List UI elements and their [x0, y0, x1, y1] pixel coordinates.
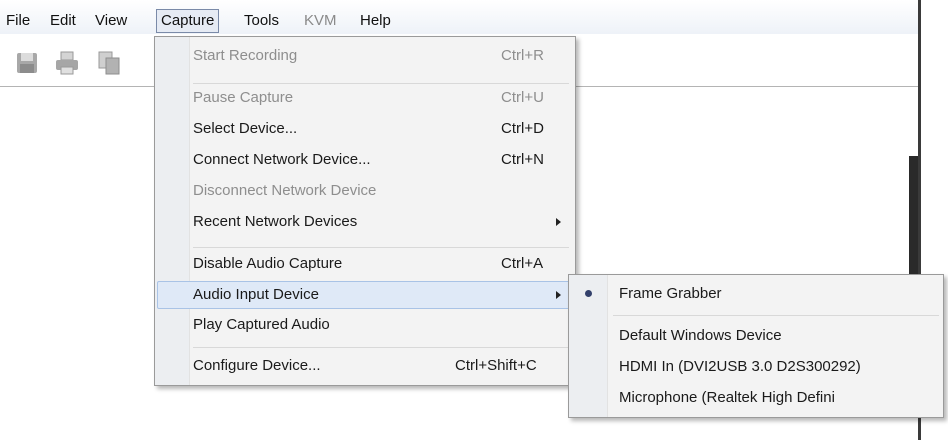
menu-edit[interactable]: Edit [48, 10, 78, 32]
menu-separator [193, 247, 569, 248]
copy-icon[interactable] [96, 50, 122, 76]
menu-item-label: Recent Network Devices [193, 213, 358, 230]
radio-selected-icon [585, 290, 592, 297]
menu-bar: File Edit View Capture Tools KVM Help [0, 0, 918, 34]
menu-item-label: Audio Input Device [193, 286, 319, 303]
menu-item-shortcut: Ctrl+Shift+C [455, 357, 537, 374]
menu-capture[interactable]: Capture [156, 9, 220, 33]
submenu-arrow-icon [556, 218, 561, 226]
submenu-arrow-icon [556, 291, 561, 299]
menu-separator [193, 347, 569, 348]
menu-item-label: Frame Grabber [619, 285, 722, 302]
submenu-item-frame-grabber[interactable]: Frame Grabber [613, 281, 933, 307]
menu-item-configure-device[interactable]: Configure Device... Ctrl+Shift+C [193, 353, 563, 379]
menu-item-label: Microphone (Realtek High Defini [619, 389, 835, 406]
menu-help[interactable]: Help [358, 10, 393, 32]
audio-input-submenu: Frame Grabber Default Windows Device HDM… [568, 274, 944, 418]
menu-item-label: Default Windows Device [619, 327, 782, 344]
menu-item-label: Disable Audio Capture [193, 255, 343, 272]
menu-gutter [155, 37, 190, 385]
menu-file[interactable]: File [4, 10, 32, 32]
menu-item-shortcut: Ctrl+R [501, 47, 544, 64]
menu-item-shortcut: Ctrl+A [501, 255, 544, 272]
menu-item-label: Disconnect Network Device [193, 182, 377, 199]
menu-item-label: Select Device... [193, 120, 298, 137]
print-icon[interactable] [54, 50, 80, 76]
menu-item-label: Play Captured Audio [193, 316, 330, 333]
menu-item-shortcut: Ctrl+D [501, 120, 544, 137]
menu-item-connect-network-device[interactable]: Connect Network Device... Ctrl+N [193, 147, 563, 173]
menu-item-disable-audio-capture[interactable]: Disable Audio Capture Ctrl+A [193, 251, 563, 277]
menu-item-disconnect-network-device[interactable]: Disconnect Network Device [193, 178, 563, 204]
menu-item-audio-input-device[interactable]: Audio Input Device [157, 281, 571, 309]
menu-item-shortcut: Ctrl+N [501, 151, 544, 168]
submenu-item-hdmi-in[interactable]: HDMI In (DVI2USB 3.0 D2S300292) [613, 354, 933, 380]
menu-item-label: Connect Network Device... [193, 151, 371, 168]
submenu-item-default-windows-device[interactable]: Default Windows Device [613, 323, 933, 349]
menu-tools[interactable]: Tools [242, 10, 281, 32]
submenu-item-microphone[interactable]: Microphone (Realtek High Defini [613, 385, 933, 411]
menu-item-recent-network-devices[interactable]: Recent Network Devices [193, 209, 563, 235]
menu-item-label: HDMI In (DVI2USB 3.0 D2S300292) [619, 358, 861, 375]
menu-item-pause-capture[interactable]: Pause Capture Ctrl+U [193, 85, 563, 111]
menu-view[interactable]: View [93, 10, 129, 32]
menu-item-play-captured-audio[interactable]: Play Captured Audio [193, 312, 563, 338]
capture-menu: Start Recording Ctrl+R Pause Capture Ctr… [154, 36, 576, 386]
menu-item-select-device[interactable]: Select Device... Ctrl+D [193, 116, 563, 142]
menu-separator [613, 315, 939, 316]
menu-item-label: Pause Capture [193, 89, 294, 106]
menu-item-label: Configure Device... [193, 357, 321, 374]
menu-separator [193, 83, 569, 84]
menu-item-label: Start Recording [193, 47, 298, 64]
menu-item-shortcut: Ctrl+U [501, 89, 544, 106]
save-icon[interactable] [14, 50, 40, 76]
menu-item-start-recording[interactable]: Start Recording Ctrl+R [193, 43, 563, 69]
menu-kvm[interactable]: KVM [302, 10, 339, 32]
